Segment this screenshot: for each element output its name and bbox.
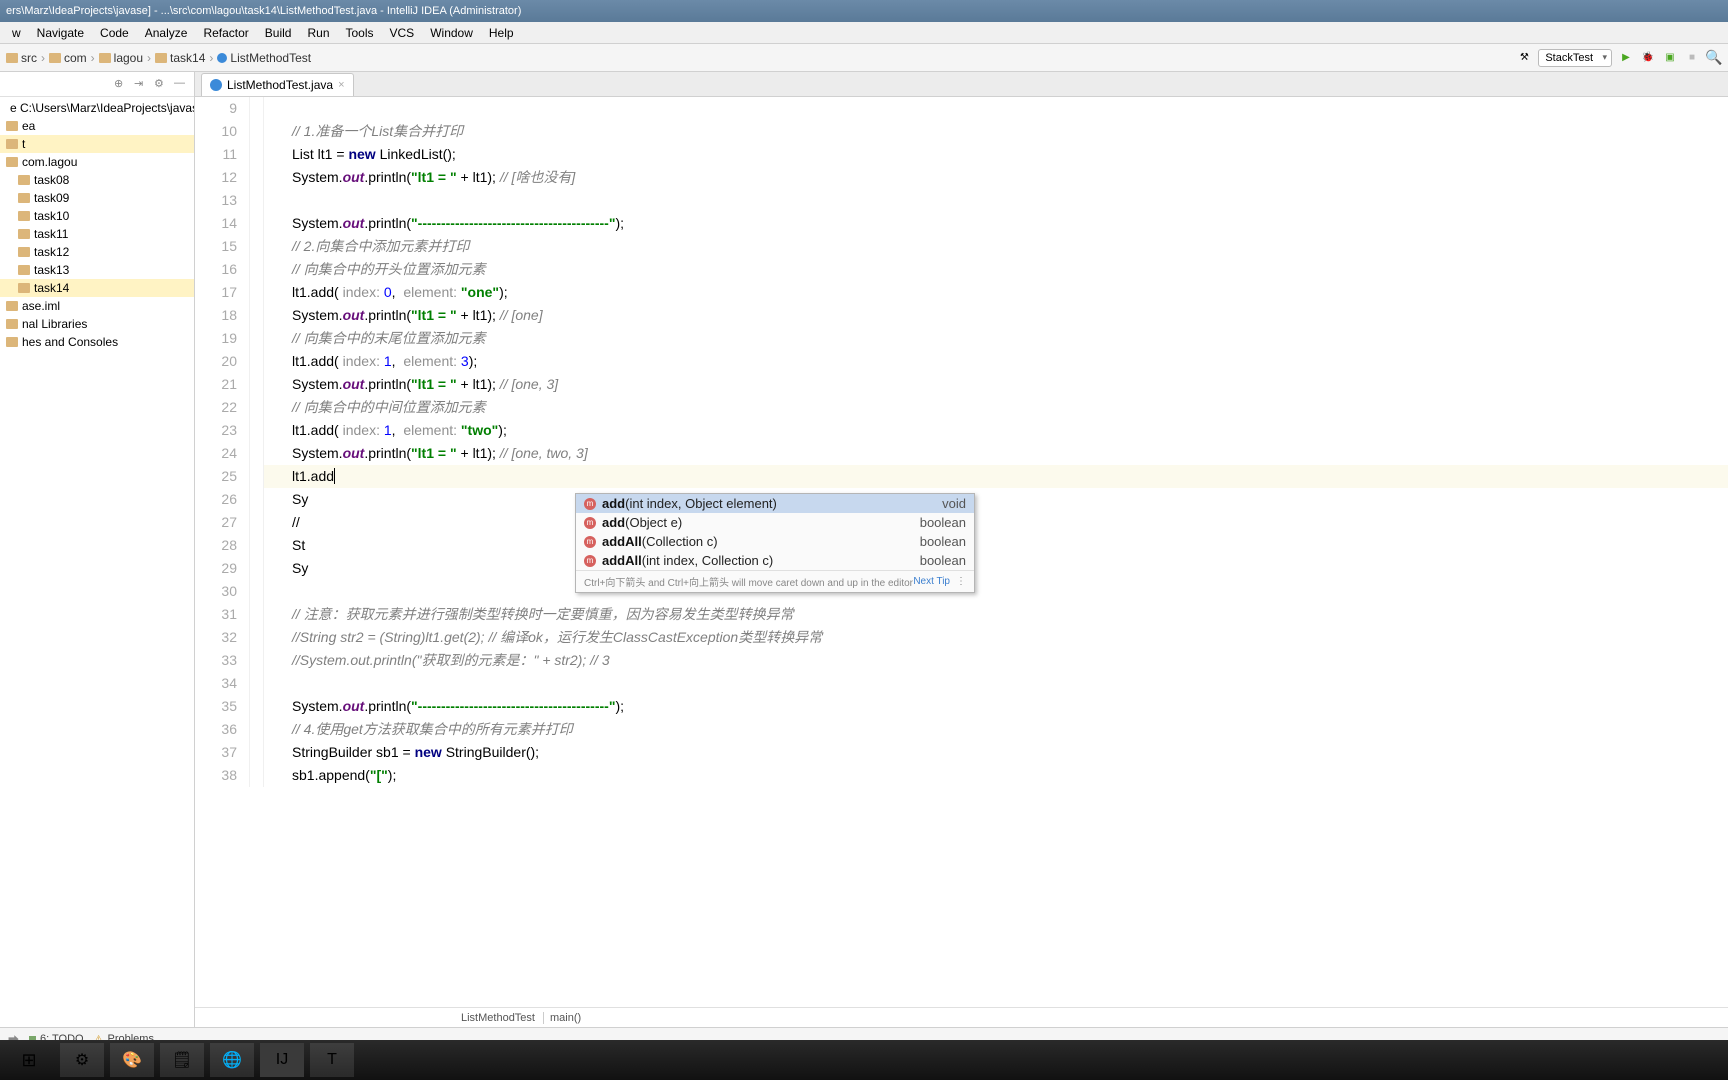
debug-icon[interactable]: 🐞 bbox=[1640, 50, 1656, 66]
coverage-icon[interactable]: ▣ bbox=[1662, 50, 1678, 66]
menu-bar: w Navigate Code Analyze Refactor Build R… bbox=[0, 22, 1728, 44]
menu-help[interactable]: Help bbox=[481, 26, 522, 40]
tree-item[interactable]: task09 bbox=[0, 189, 194, 207]
navigation-bar: src› com› lagou› task14› ListMethodTest … bbox=[0, 44, 1728, 72]
menu-vcs[interactable]: VCS bbox=[382, 26, 423, 40]
completion-item[interactable]: madd(int index, Object element)void bbox=[576, 494, 974, 513]
editor-area: ListMethodTest.java × 910111213141516171… bbox=[195, 72, 1728, 1027]
app-intellij[interactable]: IJ bbox=[260, 1043, 304, 1077]
folder-icon bbox=[6, 121, 18, 131]
run-icon[interactable]: ▶ bbox=[1618, 50, 1634, 66]
more-icon[interactable]: ⋮ bbox=[956, 576, 966, 587]
method-icon: m bbox=[584, 498, 596, 510]
folder-icon bbox=[49, 53, 61, 63]
menu-view[interactable]: w bbox=[4, 26, 29, 40]
app-gear[interactable]: ⚙ bbox=[60, 1043, 104, 1077]
menu-build[interactable]: Build bbox=[257, 26, 300, 40]
folder-icon bbox=[6, 53, 18, 63]
completion-item[interactable]: madd(Object e)boolean bbox=[576, 513, 974, 532]
sidebar-toolbar: ⊕ ⇥ ⚙ — bbox=[0, 72, 194, 97]
search-icon[interactable]: 🔍 bbox=[1706, 50, 1722, 66]
folder-icon bbox=[18, 283, 30, 293]
method-icon: m bbox=[584, 555, 596, 567]
next-tip-link[interactable]: Next Tip bbox=[913, 576, 950, 587]
completion-item[interactable]: maddAll(Collection c)boolean bbox=[576, 532, 974, 551]
project-tree[interactable]: e C:\Users\Marz\IdeaProjects\javaseeatco… bbox=[0, 97, 194, 1027]
tree-item[interactable]: task11 bbox=[0, 225, 194, 243]
menu-window[interactable]: Window bbox=[422, 26, 481, 40]
stop-icon[interactable]: ■ bbox=[1684, 50, 1700, 66]
tree-item[interactable]: task10 bbox=[0, 207, 194, 225]
menu-refactor[interactable]: Refactor bbox=[195, 26, 256, 40]
app-chrome[interactable]: 🌐 bbox=[210, 1043, 254, 1077]
folder-icon bbox=[6, 319, 18, 329]
fold-gutter[interactable] bbox=[250, 97, 264, 787]
tree-item[interactable]: t bbox=[0, 135, 194, 153]
class-icon bbox=[210, 79, 222, 91]
folder-icon bbox=[18, 265, 30, 275]
tree-item[interactable]: e C:\Users\Marz\IdeaProjects\javase bbox=[0, 99, 194, 117]
method-icon: m bbox=[584, 517, 596, 529]
close-icon[interactable]: × bbox=[338, 79, 344, 91]
menu-tools[interactable]: Tools bbox=[338, 26, 382, 40]
menu-code[interactable]: Code bbox=[92, 26, 137, 40]
line-gutter: 9101112131415161718192021222324252627282… bbox=[195, 97, 250, 787]
crumb-method[interactable]: main() bbox=[543, 1012, 587, 1024]
collapse-icon[interactable]: ⇥ bbox=[134, 77, 148, 91]
tree-item[interactable]: task13 bbox=[0, 261, 194, 279]
menu-analyze[interactable]: Analyze bbox=[137, 26, 196, 40]
code-editor[interactable]: // 1.准备一个List集合并打印List lt1 = new LinkedL… bbox=[264, 97, 1728, 787]
target-icon[interactable]: ⊕ bbox=[114, 77, 128, 91]
completion-item[interactable]: maddAll(int index, Collection c)boolean bbox=[576, 551, 974, 570]
folder-icon bbox=[6, 139, 18, 149]
breadcrumb: src› com› lagou› task14› ListMethodTest bbox=[6, 51, 311, 65]
menu-navigate[interactable]: Navigate bbox=[29, 26, 92, 40]
bc-task14[interactable]: task14 bbox=[155, 51, 205, 65]
gear-icon[interactable]: ⚙ bbox=[154, 77, 168, 91]
tree-item[interactable]: task14 bbox=[0, 279, 194, 297]
completion-hint: Ctrl+向下箭头 and Ctrl+向上箭头 will move caret … bbox=[576, 570, 974, 592]
window-title: ers\Marz\IdeaProjects\javase] - ...\src\… bbox=[6, 5, 521, 17]
run-config-selector[interactable]: StackTest bbox=[1538, 49, 1612, 67]
editor-tab[interactable]: ListMethodTest.java × bbox=[201, 73, 354, 96]
tree-item[interactable]: hes and Consoles bbox=[0, 333, 194, 351]
folder-icon bbox=[18, 247, 30, 257]
bc-com[interactable]: com bbox=[49, 51, 87, 65]
tree-item[interactable]: task08 bbox=[0, 171, 194, 189]
folder-icon bbox=[18, 229, 30, 239]
editor-tabs: ListMethodTest.java × bbox=[195, 72, 1728, 97]
tree-item[interactable]: ase.iml bbox=[0, 297, 194, 315]
tree-item[interactable]: ea bbox=[0, 117, 194, 135]
app-calc[interactable]: 🗒 bbox=[160, 1043, 204, 1077]
app-text[interactable]: T bbox=[310, 1043, 354, 1077]
build-icon[interactable]: ⚒ bbox=[1516, 50, 1532, 66]
tree-item[interactable]: nal Libraries bbox=[0, 315, 194, 333]
class-icon bbox=[217, 53, 227, 63]
crumb-class[interactable]: ListMethodTest bbox=[455, 1012, 541, 1024]
start-button[interactable]: ⊞ bbox=[4, 1042, 54, 1078]
menu-run[interactable]: Run bbox=[299, 26, 337, 40]
folder-icon bbox=[155, 53, 167, 63]
windows-taskbar: ⊞ ⚙ 🎨 🗒 🌐 IJ T bbox=[0, 1040, 1728, 1080]
bc-src[interactable]: src bbox=[6, 51, 37, 65]
tree-item[interactable]: com.lagou bbox=[0, 153, 194, 171]
bc-file[interactable]: ListMethodTest bbox=[217, 51, 311, 65]
title-bar: ers\Marz\IdeaProjects\javase] - ...\src\… bbox=[0, 0, 1728, 22]
folder-icon bbox=[6, 301, 18, 311]
completion-popup: madd(int index, Object element)voidmadd(… bbox=[575, 493, 975, 593]
tab-label: ListMethodTest.java bbox=[227, 78, 333, 92]
folder-icon bbox=[18, 175, 30, 185]
project-sidebar: ⊕ ⇥ ⚙ — e C:\Users\Marz\IdeaProjects\jav… bbox=[0, 72, 195, 1027]
app-paint[interactable]: 🎨 bbox=[110, 1043, 154, 1077]
bc-lagou[interactable]: lagou bbox=[99, 51, 143, 65]
folder-icon bbox=[6, 337, 18, 347]
tree-item[interactable]: task12 bbox=[0, 243, 194, 261]
folder-icon bbox=[18, 193, 30, 203]
folder-icon bbox=[6, 157, 18, 167]
folder-icon bbox=[18, 211, 30, 221]
hide-icon[interactable]: — bbox=[174, 77, 188, 91]
method-icon: m bbox=[584, 536, 596, 548]
editor-crumbbar: ListMethodTest main() bbox=[195, 1007, 1728, 1027]
folder-icon bbox=[99, 53, 111, 63]
